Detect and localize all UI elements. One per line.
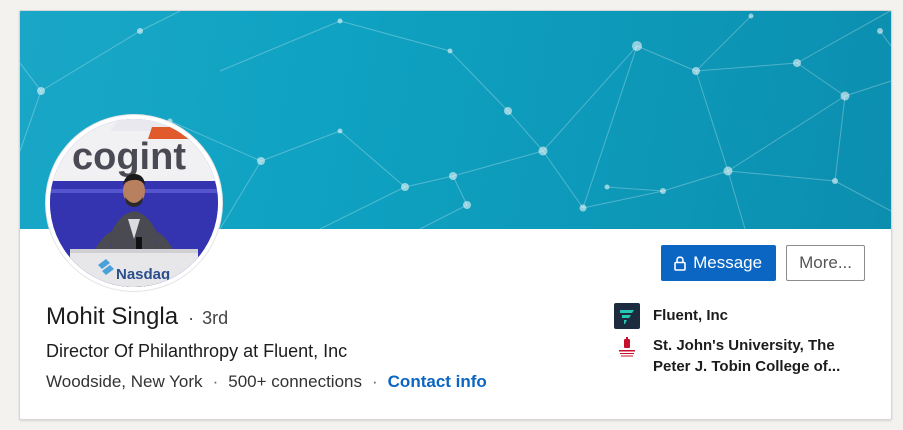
meta-separator: ·: [371, 372, 378, 391]
avatar-photo: cogint Nasdaq: [50, 119, 218, 287]
education-item-st-johns[interactable]: St. John's University, The Peter J. Tobi…: [614, 335, 863, 377]
more-button[interactable]: More...: [786, 245, 865, 281]
degree-separator: ·: [188, 308, 195, 328]
message-button[interactable]: Message: [661, 245, 777, 281]
meta-separator: ·: [212, 372, 219, 391]
avatar-podium-text: Nasdaq: [116, 266, 170, 283]
st-johns-logo-icon: [614, 335, 640, 361]
experience-item-fluent[interactable]: Fluent, Inc: [614, 303, 863, 329]
lock-icon: [674, 255, 686, 271]
profile-avatar[interactable]: cogint Nasdaq: [46, 115, 222, 291]
message-button-label: Message: [693, 253, 763, 272]
name-row: Mohit Singla · 3rd: [46, 303, 228, 331]
education-label: St. John's University, The Peter J. Tobi…: [653, 335, 863, 377]
contact-info-link[interactable]: Contact info: [388, 372, 487, 392]
education-label-line1: St. John's University, The: [653, 337, 835, 354]
avatar-sign-text: cogint: [72, 136, 186, 178]
more-button-label: More...: [799, 253, 852, 272]
profile-actions: Message More...: [661, 245, 865, 281]
profile-meta: Woodside, New York · 500+ connections · …: [46, 372, 487, 392]
connection-degree: 3rd: [202, 308, 229, 328]
experience-label: Fluent, Inc: [653, 307, 728, 324]
fluent-logo-icon: [614, 303, 640, 329]
profile-headline: Director Of Philanthropy at Fluent, Inc: [46, 341, 348, 361]
connections-count[interactable]: 500+ connections: [228, 372, 362, 392]
profile-name: Mohit Singla: [46, 303, 179, 330]
profile-card: cogint Nasdaq Message More... Mohit Sing…: [19, 10, 892, 420]
profile-location: Woodside, New York: [46, 372, 203, 391]
education-label-line2: Peter J. Tobin College of...: [653, 358, 841, 375]
